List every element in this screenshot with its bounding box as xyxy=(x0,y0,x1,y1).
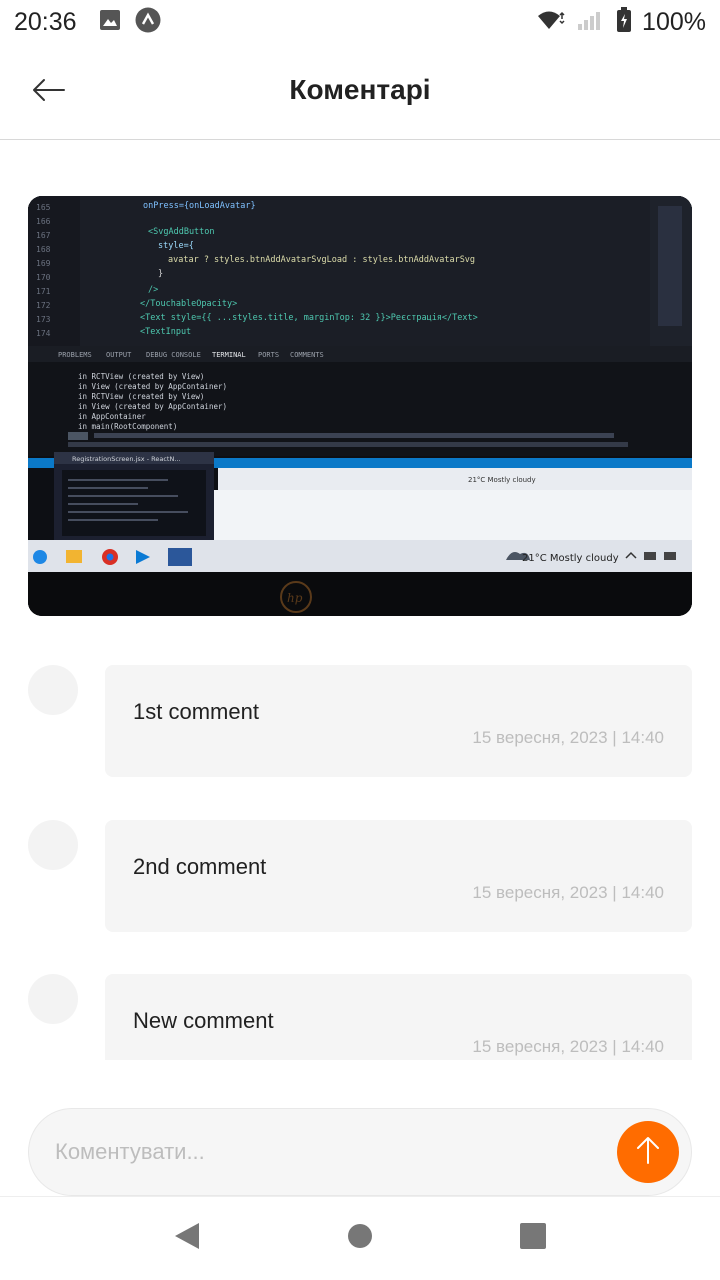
svg-text:172: 172 xyxy=(36,301,51,310)
photo-weather: 21°C Mostly cloudy xyxy=(522,553,619,564)
battery-icon xyxy=(616,6,632,38)
nav-back-icon xyxy=(173,1221,201,1256)
photo-code-line-1: onPress={onLoadAvatar} xyxy=(143,201,256,211)
system-nav-bar xyxy=(0,1196,720,1280)
avatar xyxy=(28,974,78,1024)
svg-text:167: 167 xyxy=(36,231,51,240)
svg-text:169: 169 xyxy=(36,259,51,268)
nav-back-button[interactable] xyxy=(157,1209,217,1269)
svg-text:style={: style={ xyxy=(158,241,194,251)
comment-bubble: New comment 15 вересня, 2023 | 14:40 xyxy=(105,974,692,1060)
nav-recents-button[interactable] xyxy=(503,1209,563,1269)
nav-home-button[interactable] xyxy=(330,1209,390,1269)
arrow-up-icon xyxy=(635,1135,661,1170)
photo-code-line-4: <Text style={{ ...styles.title, marginTo… xyxy=(140,313,478,323)
photo-terminal-line-4: in View (created by AppContainer) xyxy=(78,402,227,411)
photo-code-line-3: avatar ? styles.btnAddAvatarSvgLoad : st… xyxy=(168,255,475,265)
battery-percent: 100% xyxy=(642,7,706,36)
page-title: Коментарі xyxy=(289,74,431,105)
photo-terminal-line-1: in RCTView (created by View) xyxy=(78,372,204,381)
send-button[interactable] xyxy=(617,1121,679,1183)
svg-text:173: 173 xyxy=(36,315,51,324)
photo-terminal-line-2: in View (created by AppContainer) xyxy=(78,382,227,391)
comment-text: New comment xyxy=(133,1008,274,1033)
svg-text:171: 171 xyxy=(36,287,51,296)
svg-text:COMMENTS: COMMENTS xyxy=(290,351,324,359)
avatar xyxy=(28,665,78,715)
comment-text: 2nd comment xyxy=(133,854,267,879)
comment-input-container xyxy=(28,1108,692,1196)
signal-icon xyxy=(576,9,606,36)
photo-code-line-2: <SvgAddButton xyxy=(148,227,215,237)
svg-text:DEBUG CONSOLE: DEBUG CONSOLE xyxy=(146,351,201,359)
nav-recents-icon xyxy=(519,1222,547,1255)
photo-terminal-line-6: in main(RootComponent) xyxy=(78,422,177,431)
svg-text:170: 170 xyxy=(36,273,51,282)
comment-date: 15 вересня, 2023 | 14:40 xyxy=(472,1037,664,1056)
comment-input[interactable] xyxy=(55,1109,615,1194)
comment-date: 15 вересня, 2023 | 14:40 xyxy=(472,883,664,902)
wifi-icon xyxy=(536,9,566,36)
comment-date: 15 вересня, 2023 | 14:40 xyxy=(472,728,664,747)
nav-home-icon xyxy=(346,1222,374,1255)
svg-text:PORTS: PORTS xyxy=(258,351,279,359)
photo-weather-small: 21°C Mostly cloudy xyxy=(468,476,536,484)
avatar xyxy=(28,820,78,870)
comment-bubble: 2nd comment 15 вересня, 2023 | 14:40 xyxy=(105,820,692,932)
photo-window-title: RegistrationScreen.jsx - ReactN... xyxy=(72,455,181,463)
svg-text:}: } xyxy=(158,269,163,279)
comment-bubble: 1st comment 15 вересня, 2023 | 14:40 xyxy=(105,665,692,777)
photo-terminal-line-3: in RCTView (created by View) xyxy=(78,392,204,401)
comments-list[interactable]: 1st comment 15 вересня, 2023 | 14:40 2nd… xyxy=(0,640,720,1060)
comment-text: 1st comment xyxy=(133,699,259,724)
svg-text:/>: /> xyxy=(148,285,158,295)
post-photo: 165 166 167 168 169 170 171 172 173 174 onPres… xyxy=(28,196,692,616)
svg-text:165: 165 xyxy=(36,203,51,212)
svg-text:hp: hp xyxy=(287,591,303,605)
svg-text:TERMINAL: TERMINAL xyxy=(212,351,246,359)
photo-code-line-5: <TextInput xyxy=(140,327,191,337)
status-time: 20:36 xyxy=(14,7,77,36)
svg-text:OUTPUT: OUTPUT xyxy=(106,351,132,359)
svg-text:</TouchableOpacity>: </TouchableOpacity> xyxy=(140,299,237,309)
app-notification-icon xyxy=(135,7,161,38)
svg-text:PROBLEMS: PROBLEMS xyxy=(58,351,92,359)
svg-text:168: 168 xyxy=(36,245,51,254)
photo-terminal-line-5: in AppContainer xyxy=(78,412,146,421)
svg-text:166: 166 xyxy=(36,217,51,226)
header: Коментарі xyxy=(0,44,720,140)
image-icon xyxy=(99,9,121,36)
status-bar: 20:36 100% xyxy=(0,0,720,44)
svg-text:174: 174 xyxy=(36,329,51,338)
